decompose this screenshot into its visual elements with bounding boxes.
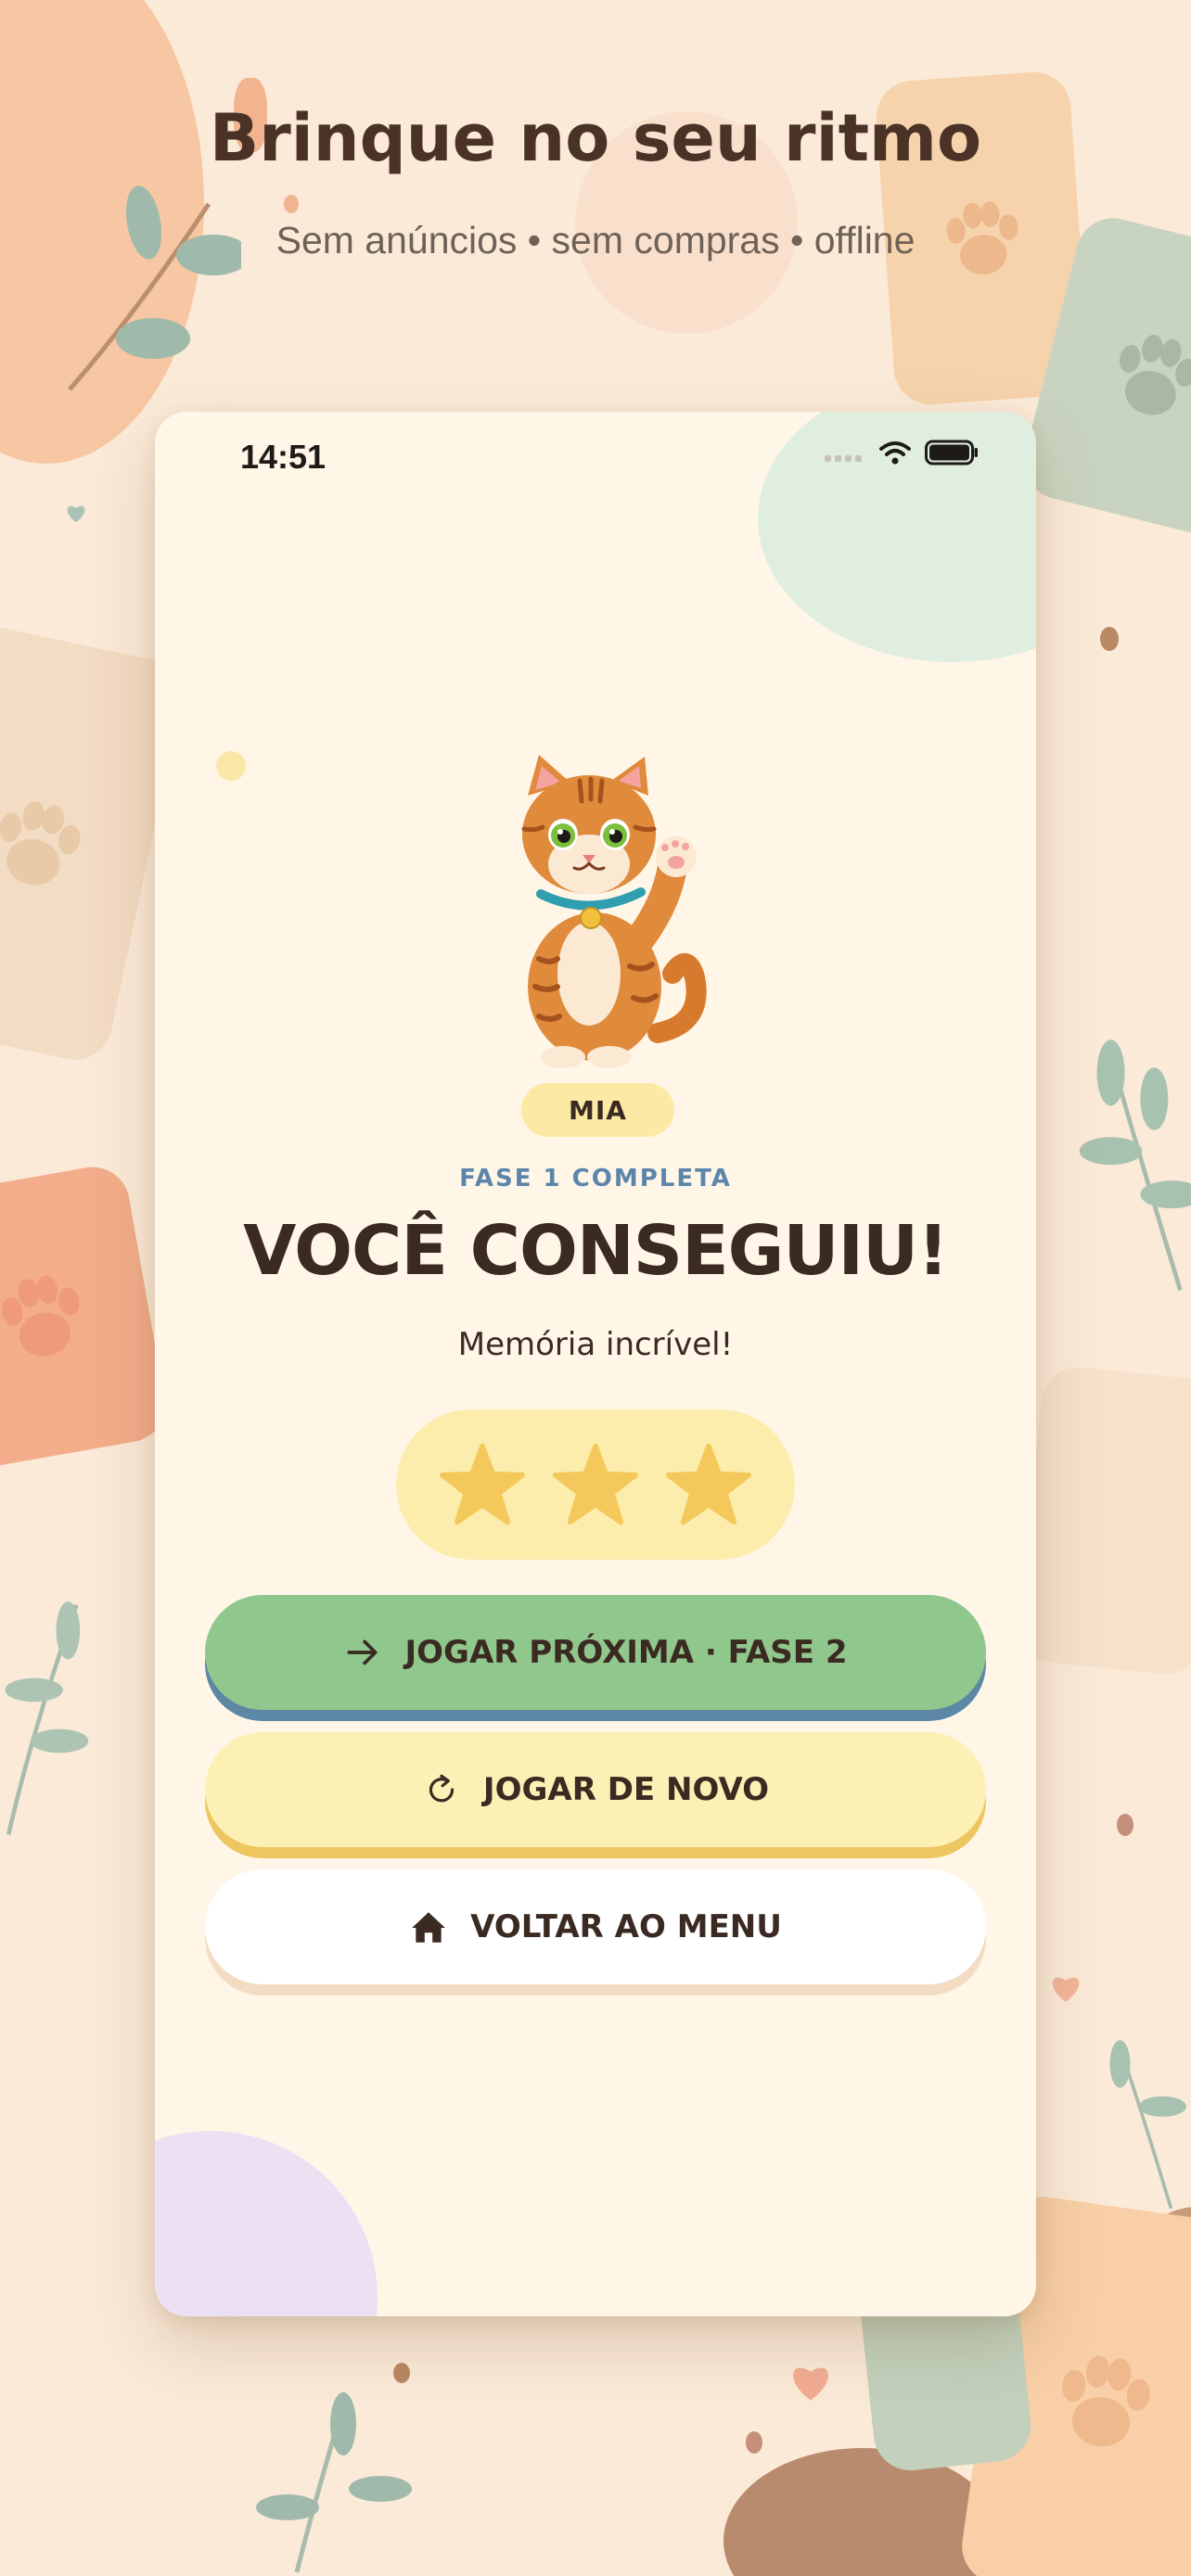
- phone-screen: 14:51 MIA FASE 1 COMPLETA VOCÊ CONSEGUIU…: [155, 412, 1036, 2316]
- leaf-sprig-right: [1079, 1039, 1191, 1291]
- character-name-badge: MIA: [521, 1083, 674, 1137]
- tile-right-mid: [1014, 1363, 1191, 1678]
- home-icon: [412, 1912, 445, 1943]
- heart-icon: [793, 2367, 828, 2401]
- battery-icon: [925, 440, 978, 465]
- leaf-sprig-top-left: [68, 185, 241, 391]
- signal-icon: [825, 455, 862, 462]
- subline: Sem anúncios • sem compras • offline: [275, 219, 916, 261]
- back-to-menu-button[interactable]: VOLTAR AO MENU: [205, 1869, 986, 1984]
- next-level-label: JOGAR PRÓXIMA · FASE 2: [404, 1634, 848, 1671]
- restart-icon: [429, 1774, 455, 1803]
- dot: [284, 195, 299, 213]
- lilac-blob: [155, 2131, 378, 2316]
- back-to-menu-label: VOLTAR AO MENU: [470, 1908, 782, 1945]
- heart-icon: [67, 505, 85, 523]
- cat-illustration: [521, 755, 707, 1068]
- result-title: VOCÊ CONSEGUIU!: [243, 1211, 949, 1291]
- star-icon: [665, 1443, 752, 1525]
- star-rating: [396, 1409, 795, 1560]
- status-icons: [825, 440, 979, 465]
- arrow-right-icon: [347, 1639, 378, 1665]
- leaf-sprig-left-low: [5, 1601, 89, 1835]
- paw-icon: [1119, 334, 1191, 415]
- paw-icon: [0, 801, 81, 886]
- dot: [746, 2431, 762, 2454]
- leaf-sprig-bottom: [256, 2392, 412, 2573]
- yellow-dot: [216, 751, 246, 781]
- headline: Brinque no seu ritmo: [209, 100, 982, 176]
- play-again-label: JOGAR DE NOVO: [482, 1771, 770, 1808]
- leaf-sprig-bottom-right: [1109, 2040, 1186, 2210]
- dot: [1100, 627, 1119, 651]
- level-complete-label: FASE 1 COMPLETA: [459, 1165, 732, 1192]
- heart-icon: [1052, 1977, 1080, 2002]
- star-icon: [552, 1443, 639, 1525]
- dot: [393, 2363, 410, 2383]
- next-level-button[interactable]: JOGAR PRÓXIMA · FASE 2: [205, 1595, 986, 1710]
- wifi-icon: [879, 441, 911, 465]
- paw-icon: [1, 1275, 80, 1357]
- status-time: 14:51: [240, 438, 327, 476]
- paw-icon: [1062, 2355, 1150, 2447]
- dot: [1117, 1814, 1133, 1836]
- play-again-button[interactable]: JOGAR DE NOVO: [205, 1732, 986, 1847]
- star-icon: [439, 1443, 526, 1525]
- brown-blob: [724, 2448, 1002, 2576]
- paw-tile-orange: [0, 1161, 172, 1473]
- result-message: Memória incrível!: [457, 1326, 734, 1363]
